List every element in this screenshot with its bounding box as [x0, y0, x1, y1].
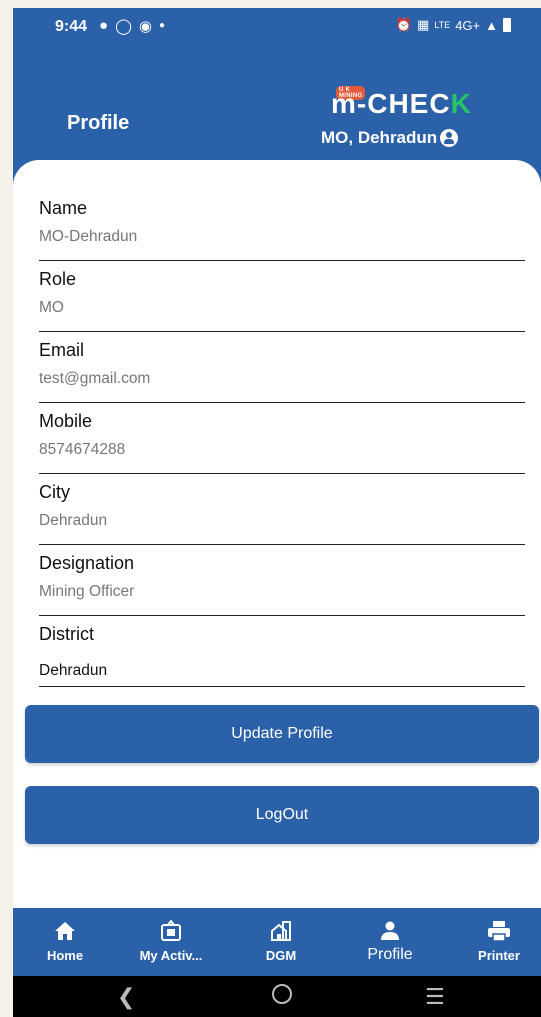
chat-icon: ● — [99, 17, 109, 34]
status-bar: 9:44 ● ◯ ◉ ● ⏰ ▦ LTE 4G+ ▲ — [13, 8, 541, 48]
dot-icon: ● — [158, 20, 165, 31]
update-profile-button[interactable]: Update Profile — [25, 705, 539, 763]
notification-icons: ● ◯ ◉ ● — [99, 17, 165, 35]
signal-icon: ▲ — [485, 17, 498, 33]
home-circle-icon[interactable] — [270, 982, 294, 1012]
field-role[interactable]: Role MO — [39, 269, 525, 332]
nav-home[interactable]: Home — [35, 908, 95, 976]
home-icon — [54, 920, 76, 942]
nav-profile[interactable]: Profile — [358, 908, 422, 976]
field-label: City — [39, 482, 70, 502]
field-value[interactable]: test@gmail.com — [39, 370, 150, 388]
field-value[interactable]: Mining Officer — [39, 583, 134, 601]
user-location-text: MO, Dehradun — [321, 128, 438, 147]
nav-label: My Activ... — [139, 948, 203, 963]
bottom-navigation: Home My Activ... DGM Profile Printer — [13, 908, 541, 976]
network-type: 4G+ — [455, 17, 481, 33]
system-navigation-bar: ❮ ☰ — [13, 976, 541, 1017]
whatsapp-icon: ◯ — [115, 18, 132, 35]
field-city[interactable]: City Dehradun — [39, 482, 525, 545]
field-value[interactable]: MO — [39, 299, 64, 317]
nav-dgm[interactable]: DGM — [251, 908, 311, 976]
system-icons: ⏰ ▦ LTE 4G+ ▲ — [396, 17, 511, 33]
status-time: 9:44 — [55, 18, 88, 35]
nav-printer[interactable]: Printer — [467, 908, 531, 976]
back-icon[interactable]: ❮ — [117, 984, 135, 1010]
battery-icon — [503, 18, 511, 32]
account-circle-icon[interactable] — [440, 129, 459, 147]
field-label: Designation — [39, 553, 135, 573]
logout-button[interactable]: LogOut — [25, 786, 539, 844]
field-value[interactable]: MO-Dehradun — [39, 228, 137, 246]
field-label: Email — [39, 340, 85, 360]
menu-icon[interactable]: ☰ — [425, 984, 445, 1010]
person-icon — [379, 920, 401, 942]
nav-label: Profile — [367, 946, 413, 963]
vibrate-icon: ▦ — [417, 17, 430, 32]
field-label: Mobile — [39, 411, 93, 431]
facebook-icon: ◉ — [138, 18, 152, 35]
field-value[interactable]: 8574674288 — [39, 441, 125, 459]
user-location[interactable]: MO, Dehradun — [321, 128, 459, 148]
alarm-icon: ⏰ — [395, 17, 413, 32]
nav-label: Home — [46, 948, 84, 963]
brand-name: m-CHECK — [331, 88, 472, 120]
field-mobile[interactable]: Mobile 8574674288 — [39, 411, 525, 474]
printer-icon — [487, 920, 511, 942]
field-name[interactable]: Name MO-Dehradun — [39, 198, 525, 261]
field-designation[interactable]: Designation Mining Officer — [39, 553, 525, 616]
nav-label: DGM — [265, 948, 297, 963]
field-label: District — [39, 624, 94, 644]
brand-name-main: m-CHEC — [331, 88, 451, 119]
nav-my-activity[interactable]: My Activ... — [127, 908, 215, 976]
profile-form: Name MO-Dehradun Role MO Email test@gmai… — [13, 160, 541, 908]
field-label: Name — [39, 198, 88, 218]
nav-label: Printer — [478, 948, 520, 963]
field-value[interactable]: Dehradun — [39, 662, 107, 680]
field-district[interactable]: District Dehradun — [39, 624, 525, 687]
brand-name-accent: K — [450, 88, 472, 119]
field-email[interactable]: Email test@gmail.com — [39, 340, 525, 403]
volte-icon: LTE — [434, 20, 451, 30]
field-label: Role — [39, 269, 77, 289]
phone-screen: 9:44 ● ◯ ◉ ● ⏰ ▦ LTE 4G+ ▲ Profile U K M… — [13, 8, 541, 1017]
activity-icon — [160, 920, 182, 942]
building-icon — [270, 920, 292, 942]
page-title: Profile — [67, 112, 130, 134]
field-value[interactable]: Dehradun — [39, 512, 107, 530]
